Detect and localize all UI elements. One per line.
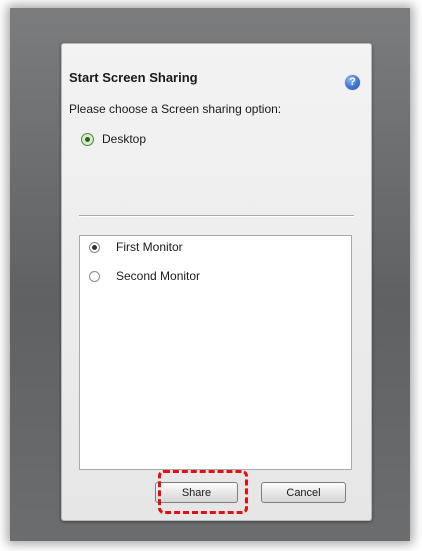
monitor-list: First Monitor Second Monitor: [79, 235, 352, 470]
first-monitor-radio[interactable]: [89, 241, 100, 253]
dialog-title: Start Screen Sharing: [69, 70, 198, 85]
dialog-prompt: Please choose a Screen sharing option:: [69, 102, 282, 116]
start-screen-sharing-dialog: Start Screen Sharing ? Please choose a S…: [61, 43, 372, 521]
second-monitor-radio[interactable]: [89, 270, 100, 282]
desktop-option-label: Desktop: [102, 132, 147, 146]
monitor-item-second[interactable]: Second Monitor: [89, 269, 200, 283]
help-icon[interactable]: ?: [345, 75, 360, 90]
divider: [79, 215, 354, 217]
first-monitor-label: First Monitor: [116, 240, 183, 254]
desktop-radio[interactable]: [81, 132, 94, 146]
monitor-item-first[interactable]: First Monitor: [89, 240, 183, 254]
desktop-option[interactable]: Desktop: [81, 132, 146, 146]
cancel-button[interactable]: Cancel: [261, 482, 346, 503]
share-button[interactable]: Share: [155, 482, 238, 503]
second-monitor-label: Second Monitor: [116, 269, 201, 283]
